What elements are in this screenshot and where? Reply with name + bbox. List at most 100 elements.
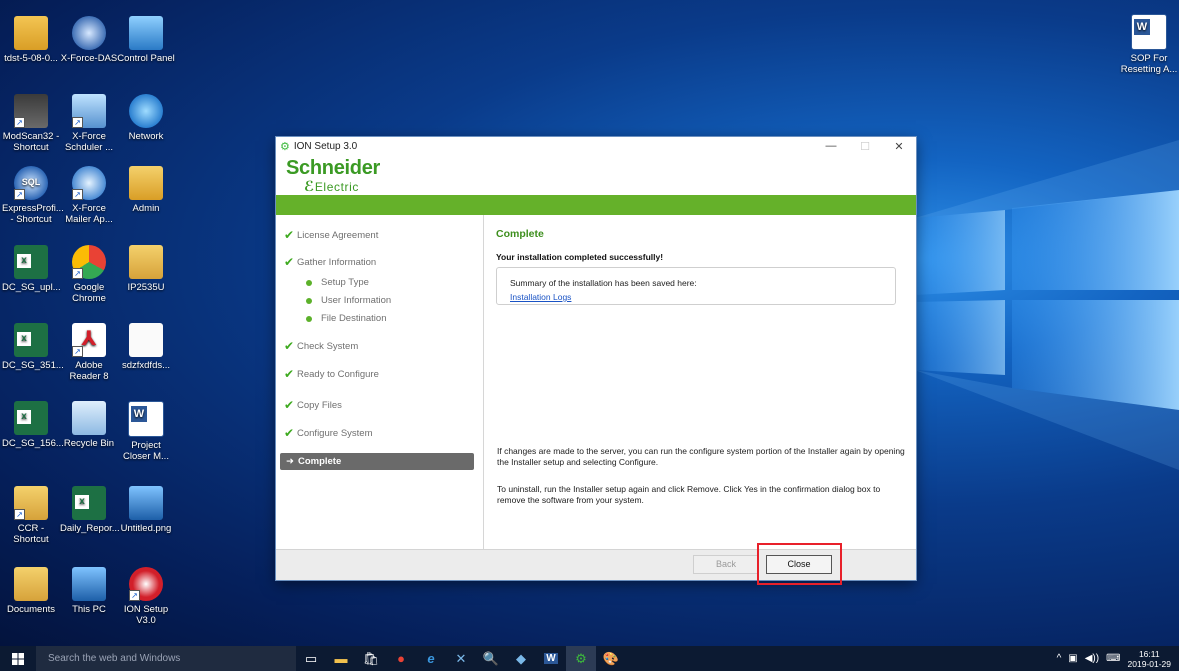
- desktop-icon[interactable]: x DC_SG_upl...: [2, 245, 61, 293]
- file-explorer-icon[interactable]: ▬: [326, 646, 356, 671]
- summary-box: Summary of the installation has been sav…: [496, 267, 896, 305]
- desktop-icon[interactable]: W Project Closer M...: [117, 401, 175, 462]
- desktop-icon[interactable]: ↗ Google Chrome: [60, 245, 118, 304]
- maximize-button: ☐: [860, 140, 870, 153]
- configure-info-text: If changes are made to the server, you c…: [497, 446, 905, 467]
- desktop-icon[interactable]: x DC_SG_156...: [2, 401, 64, 449]
- desktop-icon[interactable]: IP2535U: [117, 245, 175, 293]
- modscan-icon: ↗: [14, 94, 48, 128]
- magnifier-icon[interactable]: 🔍: [476, 646, 506, 671]
- desktop-icon[interactable]: x Daily_Repor...: [60, 486, 120, 534]
- taskbar: Search the web and Windows ▭ ▬ 🛍 ● e ✕ 🔍…: [0, 646, 1179, 671]
- steps-panel: ✔ License Agreement ✔ Gather Information…: [276, 215, 484, 550]
- step-ready: ✔ Ready to Configure: [284, 367, 379, 381]
- shortcut-arrow-icon: ↗: [129, 590, 140, 601]
- clock[interactable]: 16:11 2019-01-29: [1128, 649, 1171, 669]
- installation-logs-link[interactable]: Installation Logs: [510, 292, 571, 302]
- edge-icon[interactable]: e: [416, 646, 446, 671]
- ion-setup-taskbar-icon[interactable]: ⚙: [566, 646, 596, 671]
- close-button[interactable]: Close: [766, 555, 832, 574]
- network-icon: [129, 94, 163, 128]
- desktop-icon[interactable]: Network: [117, 94, 175, 142]
- desktop-icon[interactable]: tdst-5-08-0...: [2, 16, 60, 64]
- page-title: Complete: [496, 228, 544, 240]
- desktop-icon[interactable]: ↗ X-Force Schduler ...: [60, 94, 118, 153]
- installer-window[interactable]: ⚙ ION Setup 3.0 — ☐ ✕ Schneider ℰElectri…: [276, 137, 916, 580]
- xforce-mailer-icon: ↗: [72, 166, 106, 200]
- clock-time: 16:11: [1138, 648, 1160, 659]
- shortcut-arrow-icon: ↗: [72, 189, 83, 200]
- desktop-icon-label: Network: [128, 131, 164, 142]
- step-label: Ready to Configure: [297, 368, 379, 380]
- desktop-icon[interactable]: sdzfxdfds...: [117, 323, 175, 371]
- paint-icon[interactable]: 🎨: [596, 646, 626, 671]
- keyboard-icon[interactable]: ⌨: [1106, 653, 1120, 664]
- desktop-icon[interactable]: Recycle Bin: [60, 401, 118, 449]
- minimize-button[interactable]: —: [814, 140, 848, 153]
- chevron-up-icon[interactable]: ^: [1057, 653, 1062, 664]
- step-license: ✔ License Agreement: [284, 228, 378, 242]
- desktop-icon[interactable]: This PC: [60, 567, 118, 615]
- desktop-icon-label: X-Force-DAS: [60, 53, 118, 64]
- folder-icon: [129, 245, 163, 279]
- brand-logo-name: Schneider: [286, 157, 380, 179]
- desktop-icon[interactable]: ↗ CCR - Shortcut: [2, 486, 60, 545]
- desktop-icon[interactable]: X-Force-DAS: [60, 16, 118, 64]
- folder-app-icon: [14, 16, 48, 50]
- close-window-button[interactable]: ✕: [882, 140, 916, 153]
- chrome-icon[interactable]: ●: [386, 646, 416, 671]
- desktop-icon-label: sdzfxdfds...: [121, 360, 171, 371]
- checkmark-icon: ✔: [284, 367, 295, 381]
- windows-start-icon: [12, 652, 24, 665]
- desktop-icon-label: Control Panel: [117, 53, 175, 64]
- desktop-icon[interactable]: Untitled.png: [117, 486, 175, 534]
- desktop-icon-label: ModScan32 - Shortcut: [2, 131, 60, 153]
- taskbar-search-input[interactable]: Search the web and Windows: [36, 646, 296, 671]
- xforce-scheduler-icon: ↗: [72, 94, 106, 128]
- desktop-icon-label: Recycle Bin: [63, 438, 115, 449]
- desktop-icon[interactable]: ↗ X-Force Mailer Ap...: [60, 166, 118, 225]
- network-tray-icon[interactable]: ▣: [1068, 653, 1077, 664]
- desktop-icon-label: Project Closer M...: [123, 440, 169, 462]
- store-icon[interactable]: 🛍: [356, 646, 386, 671]
- desktop-icon-sop[interactable]: W SOP For Resetting A...: [1120, 14, 1178, 75]
- back-button: Back: [693, 555, 759, 574]
- desktop-icon[interactable]: SQL ↗ ExpressProfi... - Shortcut: [2, 166, 64, 225]
- sql-icon: SQL ↗: [14, 166, 48, 200]
- brand-logo-sub: ℰElectric: [304, 178, 359, 194]
- desktop-icon[interactable]: ↗ ION Setup V3.0: [117, 567, 175, 626]
- network-tool-icon[interactable]: ◆: [506, 646, 536, 671]
- shortcut-arrow-icon: ↗: [72, 117, 83, 128]
- xforce-icon[interactable]: ✕: [446, 646, 476, 671]
- desktop-icon-label: Admin: [132, 203, 160, 214]
- desktop-icon[interactable]: ↗ ModScan32 - Shortcut: [2, 94, 60, 153]
- step-label: License Agreement: [297, 229, 379, 241]
- task-view-icon[interactable]: ▭: [296, 646, 326, 671]
- checkmark-icon: ✔: [284, 398, 295, 412]
- desktop-icon-label: DC_SG_156...: [2, 438, 64, 449]
- desktop-icon-label: ExpressProfi... - Shortcut: [2, 203, 64, 225]
- desktop-icon-label: Untitled.png: [120, 523, 172, 534]
- start-button[interactable]: [0, 646, 36, 671]
- shortcut-arrow-icon: ↗: [72, 346, 83, 357]
- desktop-icon[interactable]: Control Panel: [117, 16, 175, 64]
- desktop-icon[interactable]: ⅄ ↗ Adobe Reader 8: [60, 323, 118, 382]
- step-label: Complete: [297, 456, 342, 467]
- shortcut-arrow-icon: ↗: [72, 268, 83, 279]
- this-pc-icon: [72, 567, 106, 601]
- volume-icon[interactable]: ◀)): [1085, 653, 1099, 664]
- substep-label: File Destination: [321, 313, 387, 324]
- window-titlebar[interactable]: ⚙ ION Setup 3.0 — ☐ ✕: [276, 137, 916, 155]
- documents-folder-icon: [14, 567, 48, 601]
- word-icon[interactable]: W: [536, 646, 566, 671]
- substep-file-destination: File Destination: [306, 313, 386, 324]
- success-message: Your installation completed successfully…: [496, 252, 664, 262]
- checkmark-icon: ✔: [284, 426, 295, 440]
- step-label: Configure System: [297, 427, 373, 439]
- desktop-icon[interactable]: Documents: [2, 567, 60, 615]
- shortcut-arrow-icon: ↗: [14, 509, 25, 520]
- button-bar: Back Close: [276, 549, 916, 580]
- desktop-icon[interactable]: Admin: [117, 166, 175, 214]
- arrow-right-icon: ➜: [286, 456, 294, 467]
- desktop-icon[interactable]: x DC_SG_351...: [2, 323, 64, 371]
